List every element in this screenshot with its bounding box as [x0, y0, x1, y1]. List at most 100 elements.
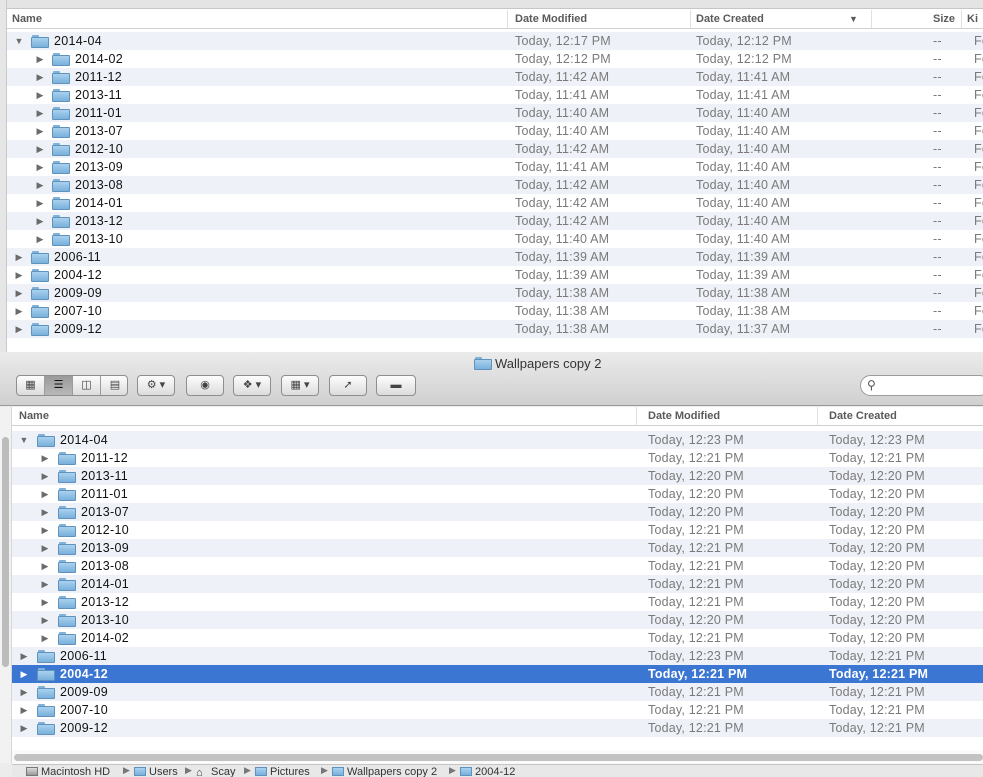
list-view-icon[interactable]: ☰ [45, 376, 73, 395]
horizontal-scrollbar[interactable] [12, 750, 983, 764]
disclosure-closed-icon[interactable]: ▶ [13, 302, 25, 320]
column-header-size[interactable]: Size [872, 10, 962, 28]
column-header-name[interactable]: Name [7, 10, 508, 28]
column-header-kind[interactable]: Ki [962, 10, 983, 28]
disclosure-closed-icon[interactable]: ▶ [18, 719, 30, 737]
tags-button[interactable]: ▬ [376, 375, 416, 396]
table-row[interactable]: ▶ 2014-01 Today, 11:42 AM Today, 11:40 AM --… [7, 194, 983, 212]
disclosure-closed-icon[interactable]: ▶ [39, 467, 51, 485]
disclosure-closed-icon[interactable]: ▶ [39, 557, 51, 575]
dropbox-button[interactable]: ❖ ▾ [233, 375, 271, 396]
table-row[interactable]: ▶ 2011-01 Today, 11:40 AM Today, 11:40 AM --… [7, 104, 983, 122]
vertical-scrollbar[interactable] [0, 407, 12, 763]
table-row-selected[interactable]: ▶ 2004-12 Today, 12:21 PM Today, 12:21 PM [12, 665, 983, 683]
table-row[interactable]: ▼ 2014-04 Today, 12:23 PM Today, 12:23 PM [12, 431, 983, 449]
table-row[interactable]: ▶ 2009-12 Today, 11:38 AM Today, 11:37 AM --… [7, 320, 983, 338]
disclosure-closed-icon[interactable]: ▶ [18, 665, 30, 683]
disclosure-closed-icon[interactable]: ▶ [18, 683, 30, 701]
table-row[interactable]: ▶ 2013-11 Today, 11:41 AM Today, 11:41 AM --… [7, 86, 983, 104]
disclosure-closed-icon[interactable]: ▶ [18, 701, 30, 719]
disclosure-closed-icon[interactable]: ▶ [34, 122, 46, 140]
disclosure-closed-icon[interactable]: ▶ [13, 284, 25, 302]
disclosure-closed-icon[interactable]: ▶ [34, 86, 46, 104]
table-row[interactable]: ▶ 2012-10 Today, 12:21 PM Today, 12:20 PM [12, 521, 983, 539]
disclosure-closed-icon[interactable]: ▶ [34, 194, 46, 212]
table-row[interactable]: ▶ 2009-12 Today, 12:21 PM Today, 12:21 PM [12, 719, 983, 737]
table-row[interactable]: ▶ 2007-10 Today, 12:21 PM Today, 12:21 PM [12, 701, 983, 719]
table-row[interactable]: ▶ 2009-09 Today, 11:38 AM Today, 11:38 AM --… [7, 284, 983, 302]
disclosure-closed-icon[interactable]: ▶ [13, 266, 25, 284]
path-crumb[interactable]: Pictures [255, 766, 310, 777]
window-titlebar[interactable]: Wallpapers copy 2 ▦ ☰ ◫ ▤ ⚙ ▾ ◉ ❖ ▾ ▦ ▾ … [0, 352, 983, 406]
disclosure-closed-icon[interactable]: ▶ [13, 248, 25, 266]
table-row[interactable]: ▶ 2014-02 Today, 12:21 PM Today, 12:20 PM [12, 629, 983, 647]
table-row[interactable]: ▶ 2013-08 Today, 12:21 PM Today, 12:20 PM [12, 557, 983, 575]
column-header-date-created[interactable]: Date Created ▼ [691, 10, 872, 28]
disclosure-closed-icon[interactable]: ▶ [34, 140, 46, 158]
coverflow-view-icon[interactable]: ▤ [101, 376, 127, 395]
table-row[interactable]: ▶ 2012-10 Today, 11:42 AM Today, 11:40 AM --… [7, 140, 983, 158]
column-header-date-created[interactable]: Date Created [818, 407, 983, 425]
disclosure-closed-icon[interactable]: ▶ [39, 611, 51, 629]
table-row[interactable]: ▶ 2013-10 Today, 11:40 AM Today, 11:40 AM --… [7, 230, 983, 248]
icon-view-icon[interactable]: ▦ [17, 376, 45, 395]
table-row[interactable]: ▶ 2007-10 Today, 11:38 AM Today, 11:38 AM --… [7, 302, 983, 320]
disclosure-closed-icon[interactable]: ▶ [34, 104, 46, 122]
disclosure-open-icon[interactable]: ▼ [18, 431, 30, 449]
search-field[interactable]: ⚲ [860, 375, 983, 396]
path-crumb[interactable]: Macintosh HD [26, 766, 110, 777]
file-kind: Fo [974, 124, 983, 138]
table-row[interactable]: ▶ 2011-12 Today, 11:42 AM Today, 11:41 AM --… [7, 68, 983, 86]
table-row[interactable]: ▼ 2014-04 Today, 12:17 PM Today, 12:12 PM --… [7, 32, 983, 50]
share-button[interactable]: ➚ [329, 375, 367, 396]
table-row[interactable]: ▶ 2006-11 Today, 11:39 AM Today, 11:39 AM --… [7, 248, 983, 266]
table-row[interactable]: ▶ 2013-12 Today, 12:21 PM Today, 12:20 PM [12, 593, 983, 611]
disclosure-closed-icon[interactable]: ▶ [39, 521, 51, 539]
table-row[interactable]: ▶ 2009-09 Today, 12:21 PM Today, 12:21 PM [12, 683, 983, 701]
path-crumb[interactable]: Users [134, 766, 178, 777]
column-view-icon[interactable]: ◫ [73, 376, 101, 395]
disclosure-closed-icon[interactable]: ▶ [39, 593, 51, 611]
disclosure-closed-icon[interactable]: ▶ [39, 539, 51, 557]
table-row[interactable]: ▶ 2013-07 Today, 11:40 AM Today, 11:40 AM --… [7, 122, 983, 140]
disclosure-closed-icon[interactable]: ▶ [39, 503, 51, 521]
column-header-name[interactable]: Name [12, 407, 637, 425]
column-header-date-modified[interactable]: Date Modified [637, 407, 818, 425]
table-row[interactable]: ▶ 2011-12 Today, 12:21 PM Today, 12:21 PM [12, 449, 983, 467]
disclosure-closed-icon[interactable]: ▶ [34, 230, 46, 248]
table-row[interactable]: ▶ 2013-11 Today, 12:20 PM Today, 12:20 PM [12, 467, 983, 485]
disclosure-closed-icon[interactable]: ▶ [39, 575, 51, 593]
path-crumb[interactable]: Wallpapers copy 2 [332, 766, 437, 777]
disclosure-closed-icon[interactable]: ▶ [34, 50, 46, 68]
disclosure-open-icon[interactable]: ▼ [13, 32, 25, 50]
table-row[interactable]: ▶ 2013-09 Today, 12:21 PM Today, 12:20 PM [12, 539, 983, 557]
disclosure-closed-icon[interactable]: ▶ [34, 176, 46, 194]
table-row[interactable]: ▶ 2013-10 Today, 12:20 PM Today, 12:20 PM [12, 611, 983, 629]
action-button[interactable]: ⚙ ▾ [137, 375, 175, 396]
table-row[interactable]: ▶ 2014-02 Today, 12:12 PM Today, 12:12 PM --… [7, 50, 983, 68]
table-row[interactable]: ▶ 2013-12 Today, 11:42 AM Today, 11:40 AM --… [7, 212, 983, 230]
disclosure-closed-icon[interactable]: ▶ [39, 485, 51, 503]
column-header-date-modified[interactable]: Date Modified [510, 10, 691, 28]
path-crumb[interactable]: 2004-12 [460, 766, 515, 777]
path-crumb[interactable]: ⌂ Scay [196, 766, 235, 777]
scrollbar-thumb[interactable] [2, 437, 9, 667]
date-modified: Today, 11:40 AM [515, 232, 610, 246]
table-row[interactable]: ▶ 2006-11 Today, 12:23 PM Today, 12:21 PM [12, 647, 983, 665]
disclosure-closed-icon[interactable]: ▶ [13, 320, 25, 338]
arrange-button[interactable]: ▦ ▾ [281, 375, 319, 396]
disclosure-closed-icon[interactable]: ▶ [34, 212, 46, 230]
quicklook-button[interactable]: ◉ [186, 375, 224, 396]
disclosure-closed-icon[interactable]: ▶ [34, 158, 46, 176]
disclosure-closed-icon[interactable]: ▶ [34, 68, 46, 86]
disclosure-closed-icon[interactable]: ▶ [39, 629, 51, 647]
table-row[interactable]: ▶ 2004-12 Today, 11:39 AM Today, 11:39 AM --… [7, 266, 983, 284]
disclosure-closed-icon[interactable]: ▶ [39, 449, 51, 467]
table-row[interactable]: ▶ 2013-07 Today, 12:20 PM Today, 12:20 PM [12, 503, 983, 521]
table-row[interactable]: ▶ 2014-01 Today, 12:21 PM Today, 12:20 PM [12, 575, 983, 593]
table-row[interactable]: ▶ 2013-09 Today, 11:41 AM Today, 11:40 AM --… [7, 158, 983, 176]
scrollbar-thumb[interactable] [14, 754, 983, 761]
table-row[interactable]: ▶ 2013-08 Today, 11:42 AM Today, 11:40 AM --… [7, 176, 983, 194]
disclosure-closed-icon[interactable]: ▶ [18, 647, 30, 665]
table-row[interactable]: ▶ 2011-01 Today, 12:20 PM Today, 12:20 PM [12, 485, 983, 503]
